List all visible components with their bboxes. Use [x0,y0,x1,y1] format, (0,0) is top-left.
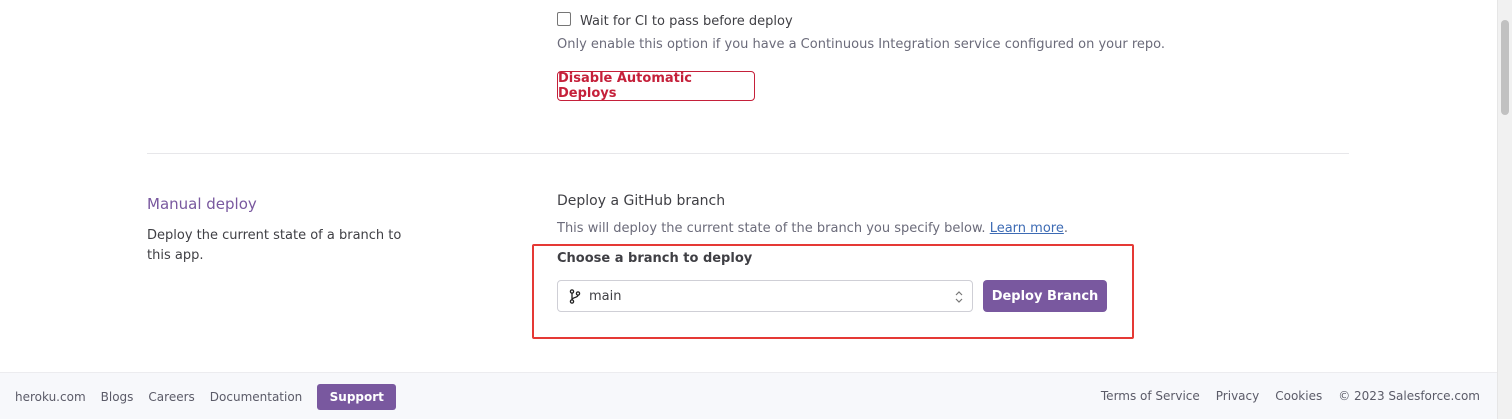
footer-link-heroku[interactable]: heroku.com [15,390,86,404]
page: Wait for CI to pass before deploy Only e… [0,0,1512,419]
footer: heroku.com Blogs Careers Documentation S… [0,372,1497,419]
section-divider [147,153,1349,154]
deploy-branch-button[interactable]: Deploy Branch [983,280,1107,312]
disable-automatic-deploys-button[interactable]: Disable Automatic Deploys [557,71,755,101]
branch-select[interactable]: main [557,280,973,312]
learn-more-link[interactable]: Learn more [990,221,1064,236]
footer-copyright: © 2023 Salesforce.com [1338,389,1480,403]
footer-link-careers[interactable]: Careers [148,390,194,404]
footer-link-documentation[interactable]: Documentation [210,390,303,404]
footer-link-blogs[interactable]: Blogs [101,390,134,404]
scrollbar-thumb[interactable] [1501,20,1509,115]
select-updown-icon [955,289,963,303]
branch-select-value: main [589,288,622,304]
ci-help-text: Only enable this option if you have a Co… [557,37,1166,52]
footer-link-privacy[interactable]: Privacy [1216,389,1259,403]
footer-right-links: Terms of Service Privacy Cookies © 2023 … [1085,389,1480,403]
deploy-github-branch-heading: Deploy a GitHub branch [557,193,726,209]
manual-deploy-description: Deploy the current state of a branch to … [147,228,402,263]
deploy-help-body: This will deploy the current state of th… [557,221,986,236]
footer-link-cookies[interactable]: Cookies [1275,389,1322,403]
footer-link-terms[interactable]: Terms of Service [1101,389,1200,403]
support-button[interactable]: Support [317,384,397,410]
choose-branch-label: Choose a branch to deploy [557,251,753,266]
ci-wait-label[interactable]: Wait for CI to pass before deploy [580,14,793,29]
vertical-scrollbar[interactable] [1497,0,1512,419]
ci-wait-option[interactable]: Wait for CI to pass before deploy [557,12,793,29]
ci-wait-checkbox[interactable] [557,12,571,26]
git-branch-icon [568,288,582,304]
manual-deploy-title: Manual deploy [147,195,257,213]
deploy-help-suffix: . [1063,221,1068,236]
footer-left-links: heroku.com Blogs Careers Documentation S… [15,384,397,410]
deploy-help-text: This will deploy the current state of th… [557,221,1068,236]
